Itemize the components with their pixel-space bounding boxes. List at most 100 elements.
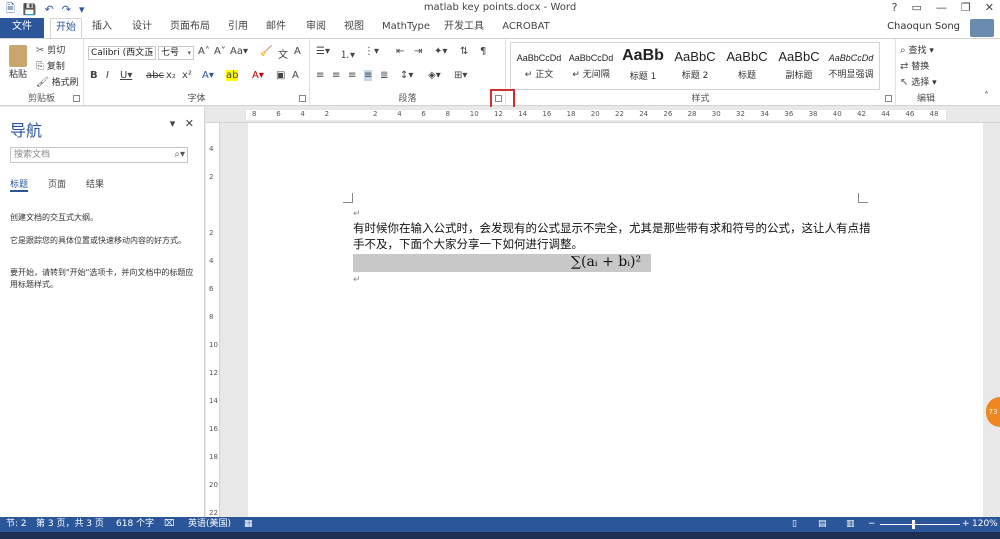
redo-icon[interactable]: ↷ — [62, 3, 71, 16]
align-center-icon[interactable]: ≡ — [332, 70, 340, 81]
decrease-indent-icon[interactable]: ⇤ — [396, 46, 404, 57]
distributed-icon[interactable]: ≣ — [380, 70, 388, 81]
macro-icon[interactable]: ▦ — [244, 517, 253, 532]
zoom-level[interactable]: 120% — [972, 517, 998, 532]
tab-design[interactable]: 设计 — [126, 18, 158, 38]
nav-tab-results[interactable]: 结果 — [86, 177, 104, 192]
customize-icon[interactable]: ▾ — [79, 3, 85, 16]
close-icon[interactable]: ✕ — [185, 117, 194, 130]
help-icon[interactable]: ? — [892, 1, 898, 14]
char-border-icon[interactable]: A — [292, 70, 299, 81]
font-launcher[interactable] — [299, 95, 306, 102]
shading-icon[interactable]: ◈▾ — [428, 70, 441, 81]
show-marks-icon[interactable]: ¶ — [480, 46, 486, 57]
print-layout-icon[interactable]: ▤ — [818, 517, 827, 532]
save-icon[interactable]: 💾 — [23, 3, 37, 16]
ribbon-display-icon[interactable]: ▭ — [912, 1, 922, 14]
format-painter-button[interactable]: 🖌 格式刷 — [36, 75, 79, 88]
copy-button[interactable]: ⎘ 复制 — [36, 59, 65, 72]
document-body-text[interactable]: 有时候你在输入公式时，会发现有的公式显示不完全，尤其是那些带有求和符号的公式，这… — [353, 220, 873, 252]
font-color-icon[interactable]: A▾ — [252, 70, 264, 81]
italic-icon[interactable]: I — [106, 70, 109, 81]
style-normal[interactable]: AaBbCcDd ↵ 正文 — [513, 47, 565, 87]
find-button[interactable]: ⌕ 查找 ▾ — [900, 43, 934, 56]
select-button[interactable]: ↖ 选择 ▾ — [900, 75, 937, 88]
align-right-icon[interactable]: ≡ — [348, 70, 356, 81]
tab-mailings[interactable]: 邮件 — [262, 18, 290, 38]
align-left-icon[interactable]: ≡ — [316, 70, 324, 81]
cut-button[interactable]: ✂ 剪切 — [36, 43, 65, 56]
search-icon[interactable]: ⌕▾ — [174, 148, 185, 162]
increase-indent-icon[interactable]: ⇥ — [414, 46, 422, 57]
clear-format-icon[interactable]: 🧹 — [260, 46, 272, 57]
style-heading-2[interactable]: AaBbC 标题 2 — [669, 47, 721, 87]
zoom-in-icon[interactable]: + — [962, 517, 970, 532]
font-name-combo[interactable]: Calibri (西文正 ▾ — [88, 46, 156, 60]
style-no-spacing[interactable]: AaBbCcDd ↵ 无间隔 — [565, 47, 617, 87]
change-case-icon[interactable]: Aa▾ — [230, 46, 248, 57]
tab-layout[interactable]: 页面布局 — [168, 18, 212, 38]
style-subtitle[interactable]: AaBbC 副标题 — [773, 47, 825, 87]
collapse-ribbon-icon[interactable]: ˄ — [984, 91, 989, 102]
tab-review[interactable]: 审阅 — [302, 18, 330, 38]
proofing-icon[interactable]: ⌧ — [164, 517, 174, 532]
read-mode-icon[interactable]: ▯ — [792, 517, 797, 532]
nav-options-icon[interactable]: ▾ — [170, 117, 176, 130]
char-shading-icon[interactable]: ▣ — [276, 70, 285, 81]
nav-tab-pages[interactable]: 页面 — [48, 177, 66, 192]
enclose-char-icon[interactable]: A — [294, 46, 301, 57]
chinese-layout-icon[interactable]: ✦▾ — [434, 46, 447, 57]
tab-references[interactable]: 引用 — [224, 18, 252, 38]
tab-acrobat[interactable]: ACROBAT — [500, 18, 552, 38]
style-heading-1[interactable]: AaBb 标题 1 — [617, 47, 669, 87]
zoom-thumb[interactable] — [912, 520, 915, 529]
user-name[interactable]: Chaoqun Song — [887, 21, 960, 32]
formula[interactable]: ∑(aᵢ + bᵢ)² — [571, 254, 641, 270]
status-language[interactable]: 英语(美国) — [188, 517, 231, 532]
tab-developer[interactable]: 开发工具 — [442, 18, 486, 38]
styles-launcher[interactable] — [885, 95, 892, 102]
close-icon[interactable]: ✕ — [985, 1, 994, 14]
nav-tab-headings[interactable]: 标题 — [10, 177, 29, 192]
status-section[interactable]: 节: 2 — [6, 517, 27, 532]
superscript-icon[interactable]: x² — [182, 70, 192, 81]
sort-icon[interactable]: ⇅ — [460, 46, 468, 57]
shrink-font-icon[interactable]: A˅ — [214, 46, 226, 57]
tab-mathtype[interactable]: MathType — [380, 18, 432, 38]
status-page[interactable]: 第 3 页，共 3 页 — [36, 517, 104, 532]
status-word-count[interactable]: 618 个字 — [116, 517, 154, 532]
style-title[interactable]: AaBbC 标题 — [721, 47, 773, 87]
web-layout-icon[interactable]: ▥ — [846, 517, 855, 532]
numbering-icon[interactable]: ⒈▾ — [340, 46, 355, 61]
vertical-ruler[interactable]: 4 2 2 4 6 8 10 12 14 16 18 20 22 — [206, 123, 220, 517]
equation-line[interactable]: ∑(aᵢ + bᵢ)² — [353, 254, 651, 272]
nav-search-input[interactable]: 搜索文档 ⌕▾ — [10, 147, 188, 163]
minimize-icon[interactable]: — — [936, 1, 947, 14]
restore-icon[interactable]: ❐ — [961, 1, 971, 14]
tab-insert[interactable]: 插入 — [86, 18, 118, 38]
highlight-icon[interactable]: ab — [226, 70, 239, 81]
subscript-icon[interactable]: x₂ — [166, 70, 176, 81]
avatar[interactable] — [970, 19, 994, 37]
document-page[interactable]: ↵ 有时候你在输入公式时，会发现有的公式显示不完全，尤其是那些带有求和符号的公式… — [248, 123, 983, 517]
style-subtle-emphasis[interactable]: AaBbCcDd 不明显强调 — [825, 47, 877, 87]
paste-button[interactable]: 粘贴 — [6, 45, 30, 80]
phonetic-guide-icon[interactable]: 文 — [278, 46, 288, 61]
bullets-icon[interactable]: ☰▾ — [316, 46, 330, 57]
borders-icon[interactable]: ⊞▾ — [454, 70, 467, 81]
multilevel-list-icon[interactable]: ⋮▾ — [364, 46, 379, 57]
clipboard-launcher[interactable] — [73, 95, 80, 102]
zoom-out-icon[interactable]: − — [868, 517, 876, 532]
horizontal-ruler[interactable]: 8 6 4 2 2 4 6 8 10 12 14 16 18 20 22 24 26 28 30 32 34 36 38 40… — [206, 107, 1000, 123]
tab-view[interactable]: 视图 — [340, 18, 368, 38]
replace-button[interactable]: ⇄ 替换 — [900, 59, 929, 72]
text-effects-icon[interactable]: A▾ — [202, 70, 214, 81]
justify-icon[interactable]: ≡ — [364, 70, 373, 81]
side-bubble[interactable]: 73 — [986, 397, 1000, 427]
font-size-combo[interactable]: 七号 ▾ — [158, 46, 194, 60]
tab-home[interactable]: 开始 — [50, 18, 82, 39]
grow-font-icon[interactable]: A˄ — [198, 46, 210, 57]
bold-icon[interactable]: B — [90, 70, 98, 81]
zoom-slider[interactable] — [880, 524, 960, 525]
strikethrough-icon[interactable]: abc — [146, 70, 164, 81]
